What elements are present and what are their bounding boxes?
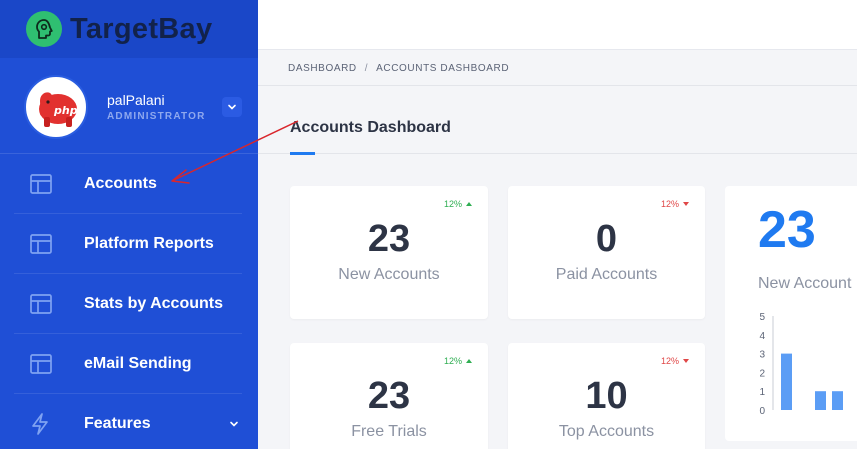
y-tick-label: 3 — [759, 350, 765, 361]
profile-name: palPalani — [107, 92, 165, 108]
new-accounts-bar-chart: 5 4 3 2 1 0 — [759, 312, 843, 417]
trend-badge: 12% — [661, 199, 689, 209]
top-bar — [258, 0, 857, 50]
lightning-icon — [28, 411, 54, 437]
breadcrumb-separator: / — [364, 63, 369, 74]
trend-down-icon — [683, 359, 689, 363]
summary-label: New Account — [758, 275, 852, 292]
trend-value: 12% — [443, 356, 462, 366]
trend-down-icon — [683, 202, 689, 206]
summary-value: 23 — [758, 201, 816, 259]
stat-label: Top Accounts — [558, 423, 655, 440]
y-tick-label: 5 — [759, 312, 765, 323]
stat-value: 10 — [585, 375, 628, 417]
breadcrumb-root[interactable]: DASHBOARD — [288, 63, 357, 74]
avatar[interactable]: php — [24, 75, 88, 139]
sidebar-item-label: Stats by Accounts — [84, 294, 223, 312]
sidebar-item-label: eMail Sending — [84, 354, 192, 372]
sidebar: TargetBay php palPalani ADMINISTRATOR Ac… — [0, 0, 258, 449]
sidebar-item-stats-by-accounts[interactable]: Stats by Accounts — [14, 274, 242, 334]
sidebar-item-email-sending[interactable]: eMail Sending — [14, 334, 242, 394]
chevron-down-icon[interactable] — [226, 416, 242, 432]
layout-icon — [28, 171, 54, 197]
php-elephant-icon: php — [39, 92, 78, 127]
trend-value: 12% — [443, 199, 462, 209]
chart-bar — [832, 391, 843, 410]
y-tick-label: 2 — [759, 368, 765, 379]
sidebar-item-label: Platform Reports — [84, 234, 214, 252]
stat-label: New Accounts — [338, 266, 440, 283]
stat-card-new-accounts[interactable]: 12% 23 New Accounts — [290, 186, 488, 319]
trend-value: 12% — [660, 199, 679, 209]
profile-menu-toggle[interactable] — [222, 97, 242, 117]
trend-badge: 12% — [444, 356, 472, 366]
page-title: Accounts Dashboard — [290, 119, 451, 136]
chart-bar — [781, 353, 792, 410]
trend-up-icon — [466, 359, 472, 363]
user-profile: php palPalani ADMINISTRATOR — [0, 58, 258, 154]
stat-value: 0 — [595, 218, 618, 260]
svg-text:php: php — [53, 104, 78, 117]
divider — [258, 153, 857, 154]
y-tick-label: 4 — [759, 331, 765, 342]
layout-icon — [28, 231, 54, 257]
brand-name: TargetBay — [70, 12, 213, 45]
sidebar-item-label: Accounts — [84, 174, 157, 192]
stat-value: 23 — [367, 375, 411, 417]
title-accent — [290, 152, 315, 155]
stat-card-paid-accounts[interactable]: 12% 0 Paid Accounts — [508, 186, 705, 319]
chevron-down-icon — [228, 104, 236, 110]
stat-card-free-trials[interactable]: 12% 23 Free Trials — [290, 343, 488, 449]
y-tick-label: 1 — [759, 387, 765, 398]
trend-badge: 12% — [661, 356, 689, 366]
breadcrumb: DASHBOARD / ACCOUNTS DASHBOARD — [288, 63, 509, 74]
stat-label: Free Trials — [351, 423, 427, 440]
sidebar-item-label: Features — [84, 415, 151, 432]
layout-icon — [28, 351, 54, 377]
head-profile-icon — [26, 11, 62, 47]
divider — [258, 85, 857, 86]
stat-value: 23 — [367, 218, 411, 260]
sidebar-item-accounts[interactable]: Accounts — [14, 154, 242, 214]
layout-icon — [28, 291, 54, 317]
sidebar-item-platform-reports[interactable]: Platform Reports — [14, 214, 242, 274]
stat-label: Paid Accounts — [555, 266, 658, 283]
trend-up-icon — [466, 202, 472, 206]
trend-value: 12% — [660, 356, 679, 366]
chart-bar — [815, 391, 826, 410]
trend-badge: 12% — [444, 199, 472, 209]
breadcrumb-current: ACCOUNTS DASHBOARD — [376, 63, 510, 74]
y-tick-label: 0 — [759, 406, 765, 417]
sidebar-item-features[interactable]: Features — [14, 394, 242, 449]
brand-header[interactable]: TargetBay — [0, 0, 258, 58]
profile-role: ADMINISTRATOR — [107, 111, 206, 122]
stat-card-top-accounts[interactable]: 12% 10 Top Accounts — [508, 343, 705, 449]
